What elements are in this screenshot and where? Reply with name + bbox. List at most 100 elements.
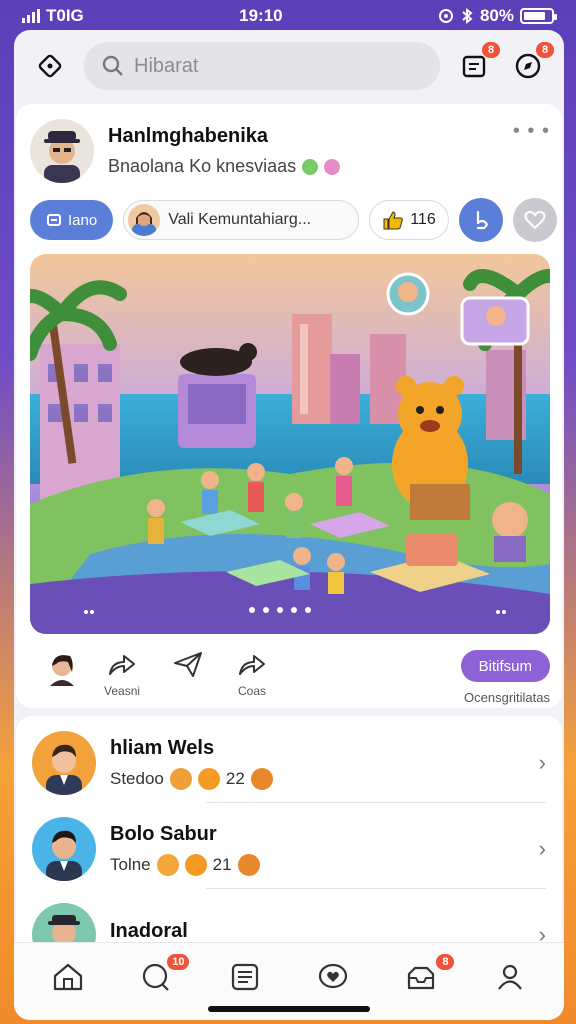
tab-profile[interactable]	[485, 952, 535, 1002]
author-avatar[interactable]	[30, 119, 94, 183]
contact-text: Bolo Sabur Tolne 21	[110, 823, 260, 876]
tab-reactions[interactable]	[308, 952, 358, 1002]
contact-meta-label: Stedoo	[110, 768, 164, 788]
commenter-avatar[interactable]	[44, 650, 80, 690]
smiley-icon	[184, 853, 207, 876]
smiley-icon	[197, 767, 220, 790]
sticker-green-icon	[302, 158, 319, 175]
clipboard-icon	[462, 55, 486, 78]
hand-icon	[156, 853, 179, 876]
contact-avatar	[32, 731, 96, 795]
contact-meta: Tolne 21	[110, 853, 260, 876]
top-bar: Hibarat 8 8	[14, 30, 564, 102]
heart-chat-icon	[319, 963, 348, 988]
list-divider	[206, 802, 546, 803]
mention-chip[interactable]: Vali Kemuntahiarg...	[123, 200, 360, 240]
chat-badge: 10	[167, 953, 190, 970]
search-icon	[102, 55, 123, 76]
post-hero-image[interactable]	[30, 254, 550, 634]
contact-meta: Stedoo 22	[110, 767, 273, 790]
messages-badge: 8	[482, 42, 500, 58]
user-avatar-icon	[50, 655, 74, 686]
contact-count: 22	[225, 768, 245, 788]
battery-percent: 80%	[479, 6, 514, 25]
contact-text: hliam Wels Stedoo 22	[110, 737, 273, 790]
compass-icon	[515, 53, 541, 79]
share-round-button[interactable]	[458, 198, 503, 242]
logo-button[interactable]	[30, 46, 70, 86]
home-icon	[54, 963, 83, 990]
contact-name: hliam Wels	[110, 736, 215, 759]
more-options-icon[interactable]: • • •	[513, 120, 550, 143]
follow-button[interactable]: Bitifsum	[460, 650, 550, 682]
sticker-cookie-icon	[169, 767, 192, 790]
chevron-right-icon: ›	[538, 836, 546, 861]
document-icon	[231, 963, 258, 990]
status-time: 19:10	[239, 6, 283, 25]
status-right: 80%	[438, 6, 557, 26]
contact-meta-label: Tolne	[110, 854, 151, 874]
post-chip-row: Iano Vali Kemuntahiarg... 116	[30, 198, 557, 242]
tab-inbox[interactable]: 8	[396, 952, 455, 1002]
share-action-label: Veasni	[104, 684, 141, 698]
post-author-sub: Bnaolana Ko knesviaas	[108, 156, 341, 177]
list-item[interactable]: hliam Wels Stedoo 22 ›	[16, 720, 562, 806]
share-arrow-icon	[109, 655, 136, 675]
bluetooth-icon	[462, 8, 473, 24]
inbox-badge: 8	[436, 953, 455, 970]
profile-icon	[497, 964, 522, 990]
likes-chip[interactable]: 116	[369, 200, 449, 240]
heart-icon	[524, 210, 546, 230]
contact-count: 21	[212, 854, 232, 874]
mention-avatar	[128, 204, 161, 236]
contact-name: Inadoral	[110, 919, 188, 942]
notifications-badge: 8	[536, 42, 554, 58]
tag-icon	[47, 214, 61, 226]
post-author-name[interactable]: Hanlmghabenika	[108, 125, 340, 148]
contact-name: Bolo Sabur	[110, 822, 217, 845]
mention-chip-label: Vali Kemuntahiarg...	[168, 211, 312, 228]
list-divider	[206, 888, 546, 889]
tag-chip-label: Iano	[68, 211, 98, 229]
tag-chip[interactable]: Iano	[30, 200, 114, 240]
hero-illustration	[30, 254, 550, 634]
hand-icon	[237, 853, 260, 876]
alarm-icon	[438, 9, 453, 23]
repost-action-label: Coas	[237, 684, 266, 698]
app-window: Hibarat 8 8 Hanlmghabenika Bnaolana Ko k…	[14, 30, 564, 1020]
author-text: Hanlmghabenika Bnaolana Ko knesviaas	[108, 125, 341, 177]
tab-home[interactable]	[43, 952, 93, 1002]
signal-icon	[22, 9, 40, 23]
thumbs-up-icon	[383, 211, 404, 230]
inbox-icon	[408, 966, 435, 989]
status-left: T0IG	[22, 6, 84, 26]
tab-documents[interactable]	[220, 952, 270, 1002]
sticker-pink-icon	[324, 158, 341, 175]
search-input[interactable]: Hibarat	[84, 42, 440, 90]
carrier-label: T0IG	[46, 6, 84, 25]
tab-chat[interactable]: 10	[131, 952, 190, 1002]
paper-plane-icon	[174, 652, 202, 677]
post-author-subtitle: Bnaolana Ko knesviaas	[108, 156, 297, 176]
forward-arrow-icon	[239, 655, 265, 675]
notifications-button[interactable]: 8	[508, 42, 554, 86]
repost-action[interactable]: Coas	[236, 650, 268, 698]
post-author-row: Hanlmghabenika Bnaolana Ko knesviaas • •…	[30, 118, 550, 184]
list-item[interactable]: Bolo Sabur Tolne 21 ›	[16, 806, 562, 892]
likes-count: 116	[410, 211, 436, 228]
messages-button[interactable]: 8	[454, 42, 500, 86]
diamond-logo-icon	[38, 54, 62, 78]
post-action-row: Veasni Coas Bitifsum Ocensgritilatas	[30, 644, 550, 705]
chevron-right-icon: ›	[538, 750, 546, 775]
pointer-icon	[476, 210, 488, 230]
favorite-round-button[interactable]	[512, 198, 557, 242]
sticker-cookie-icon	[250, 767, 273, 790]
battery-icon	[520, 8, 557, 24]
avatar-illustration	[44, 131, 80, 183]
search-placeholder: Hibarat	[134, 54, 199, 77]
contact-avatar	[32, 817, 96, 881]
follow-subtext: Ocensgritilatas	[464, 690, 550, 705]
share-action[interactable]: Veasni	[104, 650, 140, 698]
send-action[interactable]	[172, 650, 204, 684]
home-indicator	[208, 1006, 370, 1012]
